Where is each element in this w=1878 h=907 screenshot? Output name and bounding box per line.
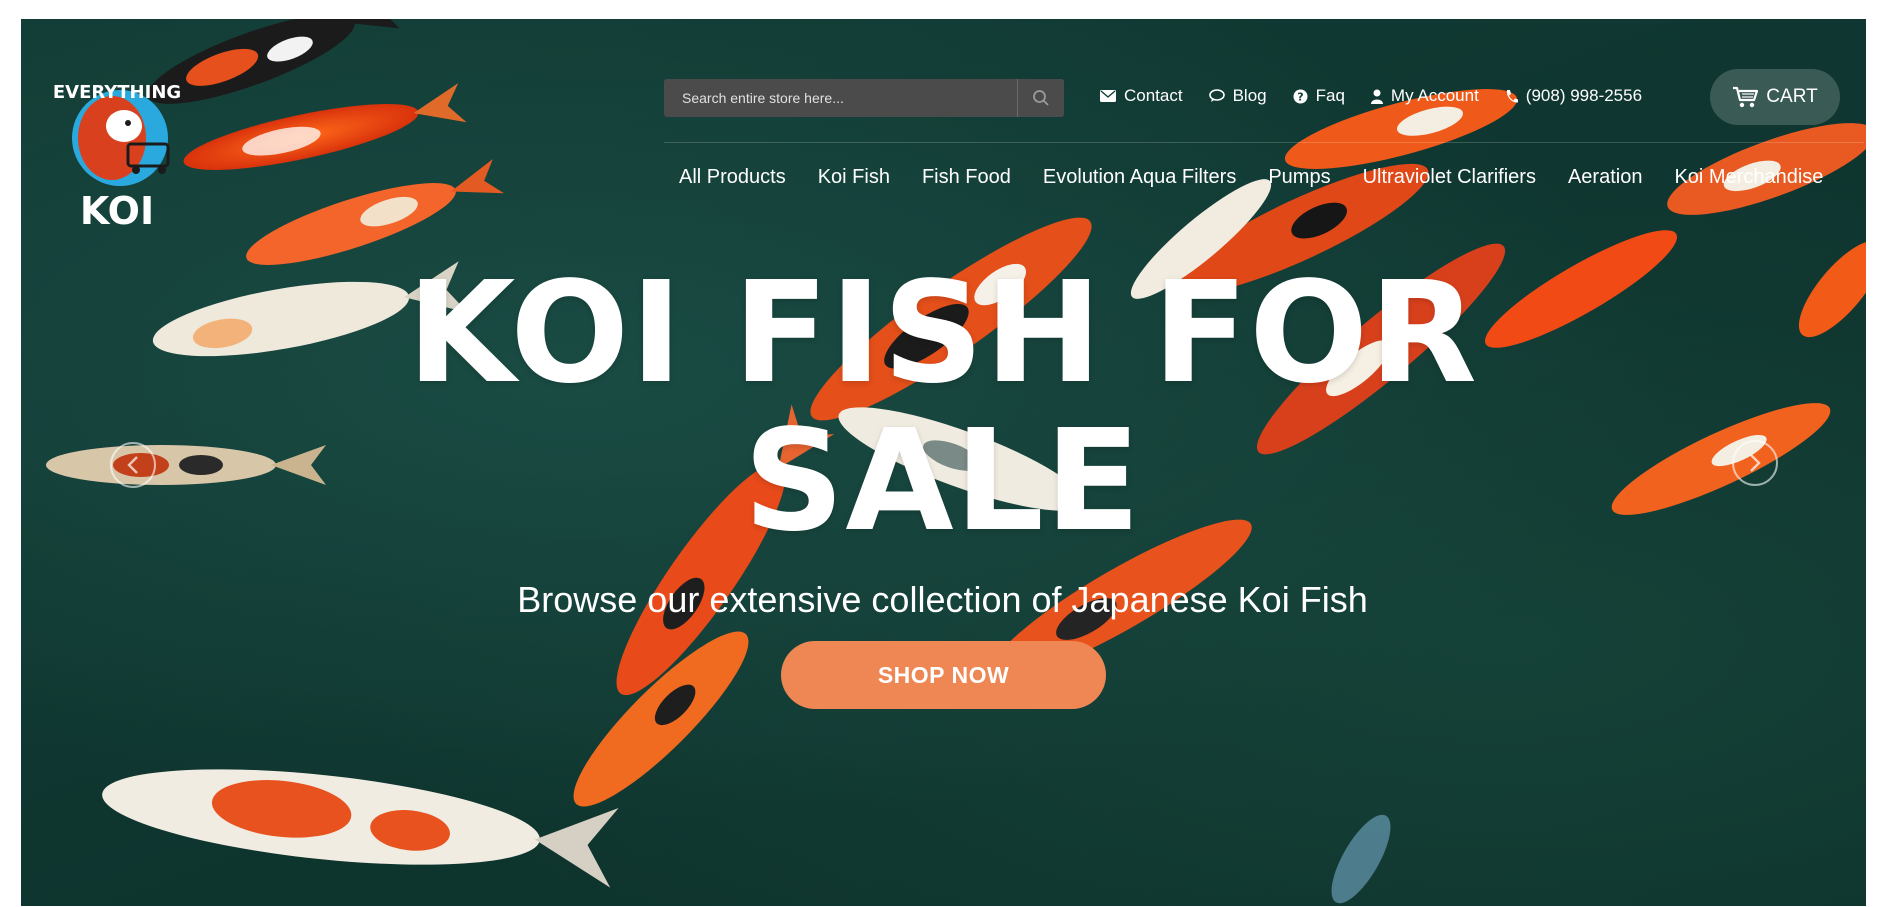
main-navigation: All Products Koi Fish Fish Food Evolutio… <box>679 166 1823 189</box>
speech-bubble-icon <box>1208 89 1225 103</box>
everything-koi-logo[interactable]: EVERYTHING KOI <box>42 68 192 243</box>
search-bar <box>664 79 1064 117</box>
nav-item-fish-food[interactable]: Fish Food <box>922 166 1011 189</box>
chevron-right-icon <box>1750 454 1761 472</box>
search-button[interactable] <box>1017 79 1064 117</box>
question-circle-icon: ? <box>1293 89 1308 104</box>
chevron-left-icon <box>127 456 138 474</box>
nav-item-aeration[interactable]: Aeration <box>1568 166 1643 189</box>
logo-bottom-text: KOI <box>80 189 154 233</box>
shopping-cart-icon <box>1732 86 1759 108</box>
faq-link[interactable]: ? Faq <box>1293 86 1345 106</box>
nav-item-koi-merchandise[interactable]: Koi Merchandise <box>1674 166 1823 189</box>
blog-link[interactable]: Blog <box>1208 86 1267 106</box>
svg-text:?: ? <box>1297 90 1303 103</box>
shop-now-button[interactable]: SHOP NOW <box>781 641 1106 709</box>
faq-link-label: Faq <box>1315 86 1345 105</box>
nav-item-all-products[interactable]: All Products <box>679 166 786 189</box>
nav-item-ultraviolet-clarifiers[interactable]: Ultraviolet Clarifiers <box>1363 166 1536 189</box>
page: EVERYTHING KOI Contact Blog ? <box>0 0 1878 907</box>
phone-number: (908) 998-2556 <box>1525 86 1643 105</box>
contact-link[interactable]: Contact <box>1100 86 1183 106</box>
nav-item-evolution-aqua-filters[interactable]: Evolution Aqua Filters <box>1043 166 1236 189</box>
phone-icon <box>1505 89 1518 104</box>
my-account-link-label: My Account <box>1390 86 1479 105</box>
nav-item-koi-fish[interactable]: Koi Fish <box>818 166 890 189</box>
user-icon <box>1370 89 1383 104</box>
slider-next-button[interactable] <box>1732 440 1778 486</box>
contact-link-label: Contact <box>1124 86 1183 105</box>
my-account-link[interactable]: My Account <box>1370 86 1479 106</box>
cart-label: CART <box>1766 86 1818 107</box>
slider-prev-button[interactable] <box>110 442 156 488</box>
hero-subheadline: Browse our extensive collection of Japan… <box>517 579 1368 620</box>
envelope-icon <box>1100 90 1116 102</box>
hero-headline-line-2: SALE <box>743 400 1142 563</box>
blog-link-label: Blog <box>1232 86 1267 105</box>
search-icon <box>1033 90 1049 106</box>
utility-links: Contact Blog ? Faq My Account (908) 998-… <box>1100 86 1668 106</box>
cart-button[interactable]: CART <box>1710 69 1840 125</box>
phone-link[interactable]: (908) 998-2556 <box>1505 86 1642 106</box>
nav-item-pumps[interactable]: Pumps <box>1268 166 1330 189</box>
header-divider <box>664 142 1864 143</box>
hero-headline: KOI FISH FOR SALE <box>340 260 1545 556</box>
logo-top-text: EVERYTHING <box>53 82 181 103</box>
search-input[interactable] <box>664 79 1017 117</box>
hero-headline-line-1: KOI FISH FOR <box>407 252 1478 415</box>
